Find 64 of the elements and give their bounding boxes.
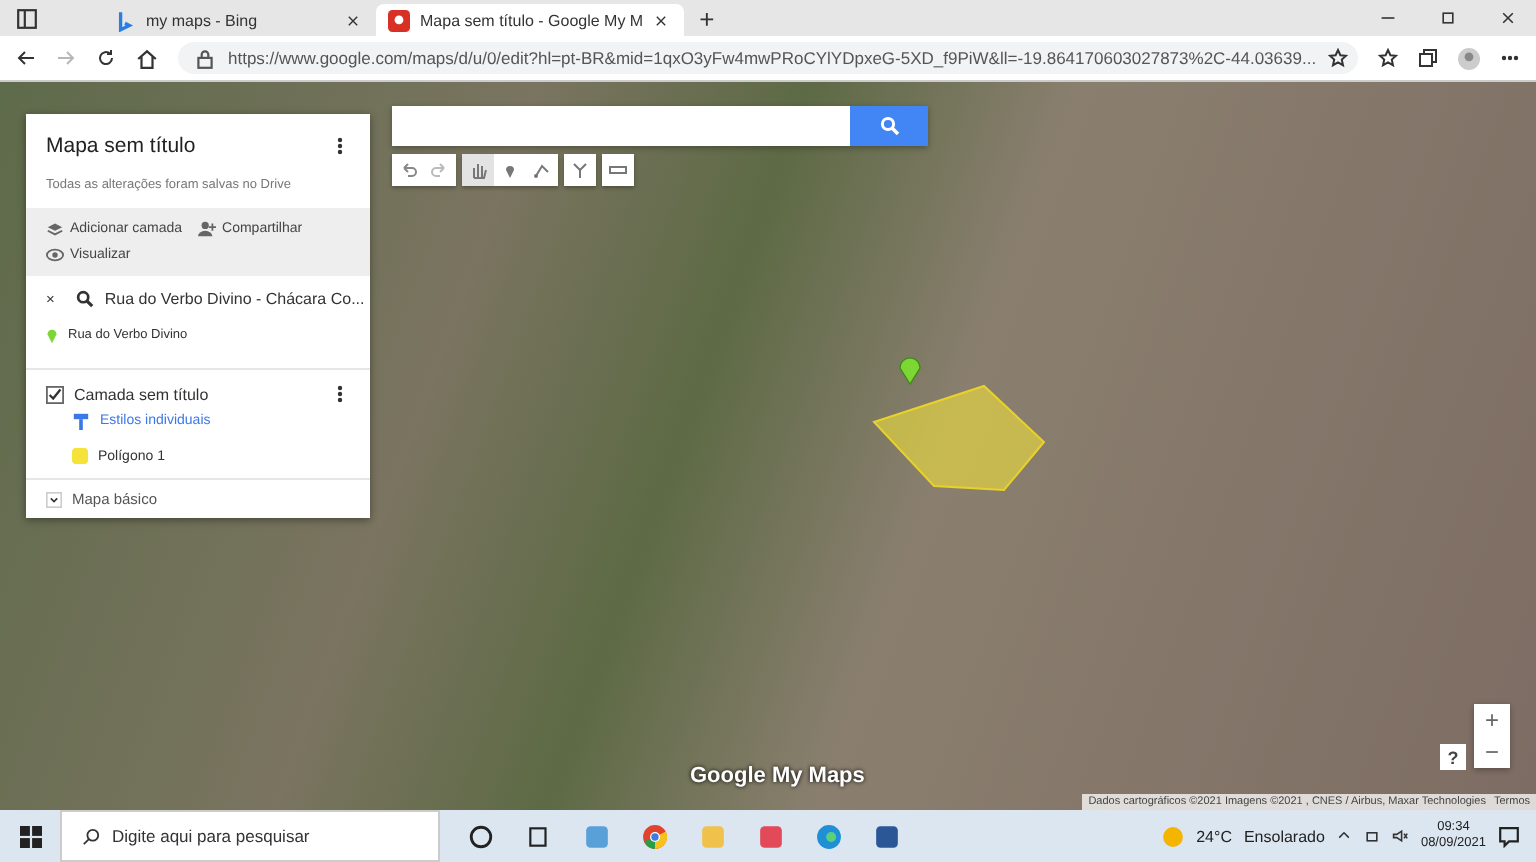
tray-expand-icon[interactable] xyxy=(1336,828,1353,844)
map-pin-icon xyxy=(388,9,410,31)
marker-tool[interactable] xyxy=(494,154,526,186)
notifications-icon[interactable] xyxy=(1498,825,1520,847)
zoom-out-button[interactable]: − xyxy=(1474,736,1510,768)
eye-icon xyxy=(46,246,64,264)
ruler-tool[interactable] xyxy=(602,154,634,186)
close-icon[interactable] xyxy=(653,13,668,27)
home-icon[interactable] xyxy=(136,47,158,69)
map-pin-icon xyxy=(46,326,58,344)
undo-tool[interactable] xyxy=(392,154,424,186)
marker-icon xyxy=(500,160,520,180)
search-icon xyxy=(82,827,100,845)
browser-tab[interactable]: Mapa sem título - Google My M xyxy=(376,4,684,36)
ruler-icon xyxy=(608,160,628,180)
volume-icon[interactable] xyxy=(1392,828,1409,844)
search-engine-icon xyxy=(114,9,136,31)
chrome-icon[interactable] xyxy=(642,823,668,849)
search-icon xyxy=(76,290,95,308)
layer-name[interactable]: Camada sem título xyxy=(74,385,209,403)
map-search-field[interactable] xyxy=(392,106,850,146)
windows-start-icon[interactable] xyxy=(19,825,41,847)
zoom-in-button[interactable]: + xyxy=(1474,704,1510,736)
map-polygon[interactable] xyxy=(872,384,1046,492)
route-tool[interactable] xyxy=(564,154,596,186)
map-title[interactable]: Mapa sem título xyxy=(46,134,196,158)
route-icon xyxy=(570,160,590,180)
collections-icon[interactable] xyxy=(1418,48,1438,68)
hand-icon xyxy=(468,160,488,180)
redo-icon xyxy=(430,160,450,180)
search-icon xyxy=(879,116,899,136)
app-icon[interactable] xyxy=(758,823,784,849)
lock-icon xyxy=(194,47,216,69)
cortana-icon[interactable] xyxy=(468,823,494,849)
search-query: Rua do Verbo Divino - Chácara Co... xyxy=(104,290,365,308)
tab-list-icon[interactable] xyxy=(16,7,38,29)
add-person-icon xyxy=(198,220,217,238)
expand-icon[interactable] xyxy=(46,491,62,507)
address-bar[interactable]: https://www.google.com/maps/d/u/0/edit?hl=pt-BR&mid=1qxO3yFw4mwPRoCYlYDpxeG-5XD_f9PiW&ll=-19.864170603027873%2C-44.03639... xyxy=(178,42,1358,74)
sun-icon xyxy=(1162,825,1185,847)
layer-checkbox[interactable] xyxy=(46,385,64,403)
map-logo: Google My Maps xyxy=(690,764,865,788)
help-button[interactable]: ? xyxy=(1440,744,1466,770)
line-icon xyxy=(532,160,552,180)
temperature[interactable]: 24°C xyxy=(1196,827,1232,845)
browser-tab[interactable]: my maps - Bing xyxy=(102,4,372,36)
favorites-icon[interactable] xyxy=(1378,48,1398,68)
undo-icon xyxy=(398,160,418,180)
star-icon[interactable] xyxy=(1328,48,1349,68)
taskbar-search-field[interactable]: Digite aqui para pesquisar xyxy=(60,810,440,862)
back-icon[interactable] xyxy=(16,48,36,68)
reload-icon[interactable] xyxy=(96,48,116,68)
new-tab-button[interactable]: + xyxy=(699,3,715,33)
layers-icon xyxy=(46,220,64,238)
hand-tool[interactable] xyxy=(462,154,494,186)
edge-icon[interactable] xyxy=(816,823,842,849)
close-icon[interactable] xyxy=(346,13,360,27)
task-view-icon[interactable] xyxy=(526,823,552,849)
maximize-icon[interactable] xyxy=(1440,10,1456,26)
search-button[interactable] xyxy=(850,106,928,146)
avatar-icon[interactable] xyxy=(1458,47,1480,69)
close-icon[interactable] xyxy=(1500,10,1516,26)
line-tool[interactable] xyxy=(526,154,558,186)
weather-label[interactable]: Ensolarado xyxy=(1243,827,1325,845)
